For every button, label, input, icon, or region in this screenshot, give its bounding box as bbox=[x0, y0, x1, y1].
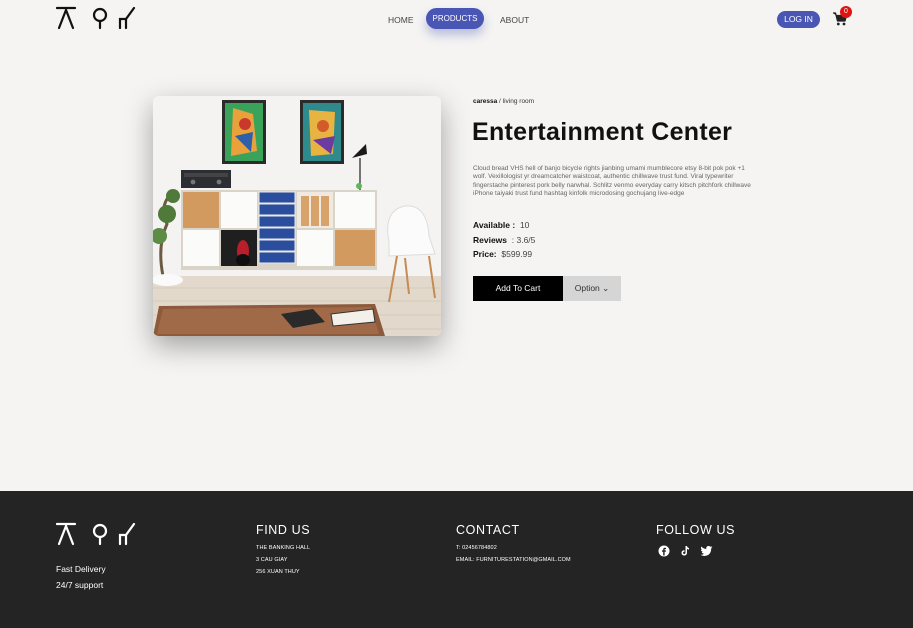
contact-heading: CONTACT bbox=[456, 523, 520, 537]
breadcrumb-company[interactable]: caressa bbox=[473, 98, 497, 105]
price-value: $599.99 bbox=[501, 249, 533, 259]
footer-tagline-delivery: Fast Delivery bbox=[56, 564, 106, 574]
available-label: Available : bbox=[473, 220, 516, 230]
tiktok-icon[interactable] bbox=[679, 545, 691, 557]
contact-email[interactable]: EMAIL: FURNITURESTATION@GMAIL.COM bbox=[456, 557, 571, 563]
available-value: 10 bbox=[519, 220, 530, 230]
twitter-icon[interactable] bbox=[700, 545, 713, 557]
product-image bbox=[153, 96, 441, 336]
follow-us-heading: FOLLOW US bbox=[656, 523, 736, 537]
nav-home-link[interactable]: HOME bbox=[388, 15, 414, 25]
option-dropdown-button[interactable]: Option ⌄ bbox=[563, 276, 621, 301]
nav-about-link[interactable]: ABOUT bbox=[500, 15, 529, 25]
address-line-3: 256 XUAN THUY bbox=[256, 569, 300, 575]
cart-count-badge: 0 bbox=[840, 6, 852, 18]
product-title: Entertainment Center bbox=[472, 118, 733, 146]
price-label: Price: bbox=[473, 249, 497, 259]
reviews-label: Reviews bbox=[473, 235, 508, 245]
reviews-value: : 3.6/5 bbox=[511, 235, 536, 245]
breadcrumb-category[interactable]: living room bbox=[503, 98, 534, 105]
nav-products-link[interactable]: PRODUCTS bbox=[426, 8, 484, 29]
contact-phone[interactable]: T: 02456784802 bbox=[456, 545, 497, 551]
footer-logo-icon[interactable] bbox=[56, 522, 138, 546]
brand-logo-icon[interactable] bbox=[56, 6, 138, 30]
address-line-2: 3 CAU GIAY bbox=[256, 557, 288, 563]
footer-tagline-support: 24/7 support bbox=[56, 580, 104, 590]
reviews-row: Reviews : 3.6/5 bbox=[473, 235, 535, 245]
login-button[interactable]: LOG IN bbox=[777, 11, 820, 28]
facebook-icon[interactable] bbox=[658, 545, 670, 557]
add-to-cart-button[interactable]: Add To Cart bbox=[473, 276, 563, 301]
price-row: Price: $599.99 bbox=[473, 249, 532, 259]
address-line-1: THE BANKING HALL bbox=[256, 545, 311, 551]
find-us-heading: FIND US bbox=[256, 523, 311, 537]
product-description: Cloud bread VHS hell of banjo bicycle ri… bbox=[473, 165, 751, 197]
availability-row: Available : 10 bbox=[473, 220, 529, 230]
breadcrumb: caressa / living room bbox=[473, 98, 534, 105]
